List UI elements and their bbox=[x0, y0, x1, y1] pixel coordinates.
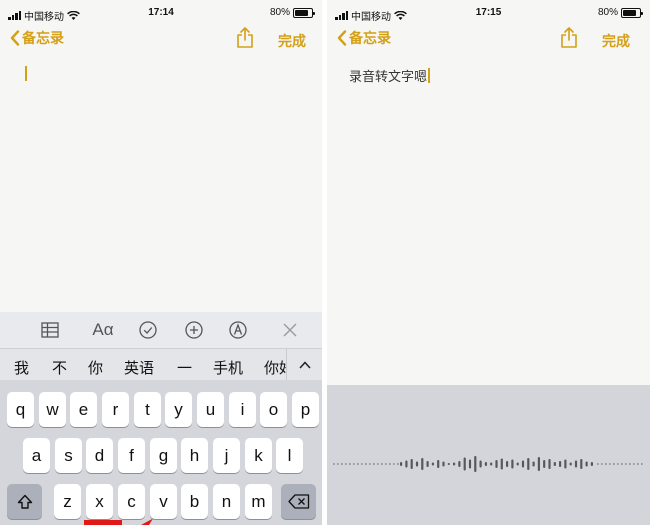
done-button[interactable]: 完成 bbox=[602, 31, 630, 51]
chevron-left-icon bbox=[337, 30, 347, 46]
text-format-icon: Aα bbox=[92, 320, 114, 339]
key-l[interactable]: l bbox=[276, 438, 303, 473]
back-label: 备忘录 bbox=[22, 30, 64, 46]
text-format-button[interactable]: Aα bbox=[89, 319, 117, 341]
backspace-icon bbox=[287, 494, 309, 509]
key-m[interactable]: m bbox=[245, 484, 272, 519]
key-y[interactable]: y bbox=[165, 392, 192, 427]
status-bar: 中国移动 17:15 80% bbox=[327, 0, 650, 26]
notes-screen-dictation: 中国移动 17:15 80% 备忘录 完成 录音转文字嗯 bbox=[327, 0, 650, 525]
key-n[interactable]: n bbox=[213, 484, 240, 519]
highlight-mark bbox=[84, 520, 122, 525]
delete-key[interactable] bbox=[281, 484, 316, 519]
candidate-item[interactable]: 手机 bbox=[213, 357, 243, 378]
key-t[interactable]: t bbox=[134, 392, 161, 427]
format-toolbar: Aα bbox=[0, 312, 322, 348]
key-r[interactable]: r bbox=[102, 392, 129, 427]
status-bar: 中国移动 17:14 80% bbox=[0, 0, 322, 26]
key-h[interactable]: h bbox=[181, 438, 208, 473]
candidate-item[interactable]: 一 bbox=[177, 357, 192, 378]
key-b[interactable]: b bbox=[181, 484, 208, 519]
chevron-up-icon bbox=[298, 360, 311, 369]
share-icon bbox=[561, 27, 577, 48]
back-button[interactable]: 备忘录 bbox=[337, 28, 391, 48]
key-d[interactable]: d bbox=[86, 438, 113, 473]
key-p[interactable]: p bbox=[292, 392, 319, 427]
keyboard: Aα 我 不 你 英语 一 手机 你好 q w e r t y u i o p … bbox=[0, 312, 322, 525]
close-icon bbox=[283, 323, 297, 337]
key-c[interactable]: c bbox=[118, 484, 145, 519]
checklist-button[interactable] bbox=[136, 319, 160, 341]
arrow-mark-icon bbox=[141, 518, 153, 525]
markup-icon bbox=[229, 321, 247, 339]
nav-bar: 备忘录 完成 bbox=[327, 26, 650, 56]
text-caret bbox=[25, 66, 27, 81]
key-x[interactable]: x bbox=[86, 484, 113, 519]
key-u[interactable]: u bbox=[197, 392, 224, 427]
add-icon bbox=[185, 321, 203, 339]
back-label: 备忘录 bbox=[349, 30, 391, 46]
share-icon bbox=[237, 27, 253, 48]
markup-button[interactable] bbox=[226, 319, 250, 341]
table-icon bbox=[41, 322, 59, 338]
key-a[interactable]: a bbox=[23, 438, 50, 473]
table-button[interactable] bbox=[38, 319, 62, 341]
back-button[interactable]: 备忘录 bbox=[10, 28, 64, 48]
battery-group: 80% bbox=[269, 7, 315, 18]
note-text: 录音转文字嗯 bbox=[349, 69, 428, 84]
expand-candidates-button[interactable] bbox=[286, 349, 322, 380]
dictation-panel bbox=[327, 385, 650, 525]
key-i[interactable]: i bbox=[229, 392, 256, 427]
candidate-item[interactable]: 你 bbox=[88, 357, 103, 378]
key-q[interactable]: q bbox=[7, 392, 34, 427]
candidate-item[interactable]: 我 bbox=[14, 357, 29, 378]
candidate-item[interactable]: 英语 bbox=[124, 357, 154, 378]
waveform-icon bbox=[333, 456, 643, 472]
share-button[interactable] bbox=[560, 27, 578, 54]
battery-group: 80% bbox=[597, 7, 643, 18]
note-body[interactable]: 录音转文字嗯 bbox=[349, 66, 431, 85]
battery-icon bbox=[293, 7, 315, 18]
battery-percent: 80% bbox=[597, 7, 618, 18]
nav-bar: 备忘录 完成 bbox=[0, 26, 322, 56]
battery-percent: 80% bbox=[269, 7, 290, 18]
key-o[interactable]: o bbox=[260, 392, 287, 427]
battery-icon bbox=[621, 7, 643, 18]
done-button[interactable]: 完成 bbox=[278, 31, 306, 51]
key-e[interactable]: e bbox=[70, 392, 97, 427]
key-j[interactable]: j bbox=[213, 438, 240, 473]
note-body[interactable] bbox=[24, 66, 27, 81]
shift-key[interactable] bbox=[7, 484, 42, 519]
candidate-bar: 我 不 你 英语 一 手机 你好 bbox=[0, 348, 322, 380]
candidate-item[interactable]: 不 bbox=[52, 357, 67, 378]
notes-screen-typing: 中国移动 17:14 80% 备忘录 完成 Aα 我 不 你 英语 一 手机 你… bbox=[0, 0, 322, 525]
checklist-icon bbox=[139, 321, 157, 339]
key-s[interactable]: s bbox=[55, 438, 82, 473]
key-k[interactable]: k bbox=[245, 438, 272, 473]
key-g[interactable]: g bbox=[150, 438, 177, 473]
chevron-left-icon bbox=[10, 30, 20, 46]
shift-icon bbox=[17, 494, 32, 509]
key-w[interactable]: w bbox=[39, 392, 66, 427]
add-button[interactable] bbox=[182, 319, 206, 341]
key-f[interactable]: f bbox=[118, 438, 145, 473]
key-v[interactable]: v bbox=[150, 484, 177, 519]
share-button[interactable] bbox=[236, 27, 254, 54]
key-z[interactable]: z bbox=[54, 484, 81, 519]
close-toolbar-button[interactable] bbox=[278, 319, 302, 341]
text-caret bbox=[428, 68, 431, 83]
